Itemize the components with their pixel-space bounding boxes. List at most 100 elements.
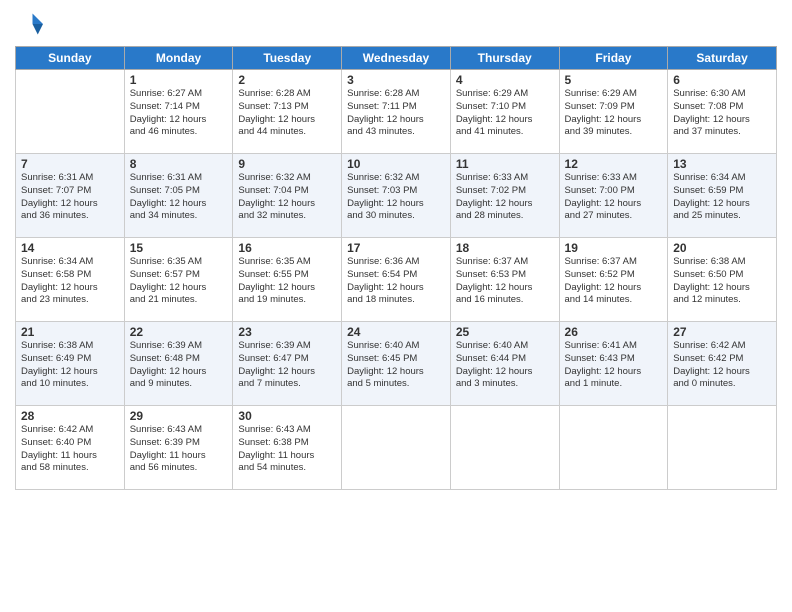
calendar-cell: 13Sunrise: 6:34 AM Sunset: 6:59 PM Dayli… <box>668 154 777 238</box>
day-number: 5 <box>565 73 663 87</box>
col-header-monday: Monday <box>124 47 233 70</box>
calendar-cell: 30Sunrise: 6:43 AM Sunset: 6:38 PM Dayli… <box>233 406 342 490</box>
calendar-cell: 17Sunrise: 6:36 AM Sunset: 6:54 PM Dayli… <box>342 238 451 322</box>
col-header-wednesday: Wednesday <box>342 47 451 70</box>
day-info: Sunrise: 6:34 AM Sunset: 6:58 PM Dayligh… <box>21 256 119 307</box>
calendar-cell: 16Sunrise: 6:35 AM Sunset: 6:55 PM Dayli… <box>233 238 342 322</box>
day-info: Sunrise: 6:27 AM Sunset: 7:14 PM Dayligh… <box>130 88 228 139</box>
col-header-thursday: Thursday <box>450 47 559 70</box>
day-info: Sunrise: 6:38 AM Sunset: 6:49 PM Dayligh… <box>21 340 119 391</box>
day-info: Sunrise: 6:32 AM Sunset: 7:04 PM Dayligh… <box>238 172 336 223</box>
logo <box>15 10 47 38</box>
calendar-cell: 29Sunrise: 6:43 AM Sunset: 6:39 PM Dayli… <box>124 406 233 490</box>
calendar-cell <box>668 406 777 490</box>
day-number: 29 <box>130 409 228 423</box>
col-header-friday: Friday <box>559 47 668 70</box>
calendar-cell: 14Sunrise: 6:34 AM Sunset: 6:58 PM Dayli… <box>16 238 125 322</box>
day-info: Sunrise: 6:34 AM Sunset: 6:59 PM Dayligh… <box>673 172 771 223</box>
calendar-cell: 23Sunrise: 6:39 AM Sunset: 6:47 PM Dayli… <box>233 322 342 406</box>
calendar-cell: 11Sunrise: 6:33 AM Sunset: 7:02 PM Dayli… <box>450 154 559 238</box>
day-number: 20 <box>673 241 771 255</box>
calendar-cell: 22Sunrise: 6:39 AM Sunset: 6:48 PM Dayli… <box>124 322 233 406</box>
day-number: 4 <box>456 73 554 87</box>
day-info: Sunrise: 6:29 AM Sunset: 7:10 PM Dayligh… <box>456 88 554 139</box>
day-number: 25 <box>456 325 554 339</box>
day-number: 21 <box>21 325 119 339</box>
day-number: 22 <box>130 325 228 339</box>
day-info: Sunrise: 6:42 AM Sunset: 6:42 PM Dayligh… <box>673 340 771 391</box>
day-number: 19 <box>565 241 663 255</box>
day-info: Sunrise: 6:30 AM Sunset: 7:08 PM Dayligh… <box>673 88 771 139</box>
day-info: Sunrise: 6:43 AM Sunset: 6:38 PM Dayligh… <box>238 424 336 475</box>
calendar-cell <box>559 406 668 490</box>
day-info: Sunrise: 6:28 AM Sunset: 7:11 PM Dayligh… <box>347 88 445 139</box>
day-number: 18 <box>456 241 554 255</box>
calendar-cell: 3Sunrise: 6:28 AM Sunset: 7:11 PM Daylig… <box>342 70 451 154</box>
calendar-cell: 4Sunrise: 6:29 AM Sunset: 7:10 PM Daylig… <box>450 70 559 154</box>
calendar-cell: 21Sunrise: 6:38 AM Sunset: 6:49 PM Dayli… <box>16 322 125 406</box>
calendar-cell: 15Sunrise: 6:35 AM Sunset: 6:57 PM Dayli… <box>124 238 233 322</box>
col-header-tuesday: Tuesday <box>233 47 342 70</box>
calendar-cell: 1Sunrise: 6:27 AM Sunset: 7:14 PM Daylig… <box>124 70 233 154</box>
calendar-cell: 19Sunrise: 6:37 AM Sunset: 6:52 PM Dayli… <box>559 238 668 322</box>
day-number: 27 <box>673 325 771 339</box>
day-number: 15 <box>130 241 228 255</box>
calendar-cell: 6Sunrise: 6:30 AM Sunset: 7:08 PM Daylig… <box>668 70 777 154</box>
calendar-cell: 26Sunrise: 6:41 AM Sunset: 6:43 PM Dayli… <box>559 322 668 406</box>
day-info: Sunrise: 6:42 AM Sunset: 6:40 PM Dayligh… <box>21 424 119 475</box>
day-number: 3 <box>347 73 445 87</box>
day-number: 16 <box>238 241 336 255</box>
day-number: 8 <box>130 157 228 171</box>
day-info: Sunrise: 6:37 AM Sunset: 6:52 PM Dayligh… <box>565 256 663 307</box>
calendar-cell: 5Sunrise: 6:29 AM Sunset: 7:09 PM Daylig… <box>559 70 668 154</box>
day-number: 1 <box>130 73 228 87</box>
calendar-cell: 27Sunrise: 6:42 AM Sunset: 6:42 PM Dayli… <box>668 322 777 406</box>
day-info: Sunrise: 6:39 AM Sunset: 6:48 PM Dayligh… <box>130 340 228 391</box>
calendar-cell <box>16 70 125 154</box>
calendar-cell <box>342 406 451 490</box>
calendar-cell: 10Sunrise: 6:32 AM Sunset: 7:03 PM Dayli… <box>342 154 451 238</box>
calendar-cell: 28Sunrise: 6:42 AM Sunset: 6:40 PM Dayli… <box>16 406 125 490</box>
day-info: Sunrise: 6:33 AM Sunset: 7:02 PM Dayligh… <box>456 172 554 223</box>
col-header-sunday: Sunday <box>16 47 125 70</box>
col-header-saturday: Saturday <box>668 47 777 70</box>
day-number: 10 <box>347 157 445 171</box>
calendar-cell: 24Sunrise: 6:40 AM Sunset: 6:45 PM Dayli… <box>342 322 451 406</box>
day-number: 26 <box>565 325 663 339</box>
calendar-cell: 8Sunrise: 6:31 AM Sunset: 7:05 PM Daylig… <box>124 154 233 238</box>
calendar-cell: 7Sunrise: 6:31 AM Sunset: 7:07 PM Daylig… <box>16 154 125 238</box>
day-info: Sunrise: 6:40 AM Sunset: 6:44 PM Dayligh… <box>456 340 554 391</box>
day-number: 9 <box>238 157 336 171</box>
day-number: 14 <box>21 241 119 255</box>
day-info: Sunrise: 6:28 AM Sunset: 7:13 PM Dayligh… <box>238 88 336 139</box>
day-number: 24 <box>347 325 445 339</box>
day-info: Sunrise: 6:33 AM Sunset: 7:00 PM Dayligh… <box>565 172 663 223</box>
calendar-cell: 2Sunrise: 6:28 AM Sunset: 7:13 PM Daylig… <box>233 70 342 154</box>
calendar-cell <box>450 406 559 490</box>
day-info: Sunrise: 6:41 AM Sunset: 6:43 PM Dayligh… <box>565 340 663 391</box>
day-number: 6 <box>673 73 771 87</box>
day-info: Sunrise: 6:38 AM Sunset: 6:50 PM Dayligh… <box>673 256 771 307</box>
day-info: Sunrise: 6:40 AM Sunset: 6:45 PM Dayligh… <box>347 340 445 391</box>
day-number: 17 <box>347 241 445 255</box>
day-number: 2 <box>238 73 336 87</box>
day-number: 23 <box>238 325 336 339</box>
day-info: Sunrise: 6:37 AM Sunset: 6:53 PM Dayligh… <box>456 256 554 307</box>
day-number: 7 <box>21 157 119 171</box>
day-info: Sunrise: 6:36 AM Sunset: 6:54 PM Dayligh… <box>347 256 445 307</box>
logo-icon <box>15 10 43 38</box>
day-number: 11 <box>456 157 554 171</box>
day-info: Sunrise: 6:35 AM Sunset: 6:55 PM Dayligh… <box>238 256 336 307</box>
day-info: Sunrise: 6:35 AM Sunset: 6:57 PM Dayligh… <box>130 256 228 307</box>
calendar-cell: 9Sunrise: 6:32 AM Sunset: 7:04 PM Daylig… <box>233 154 342 238</box>
day-number: 28 <box>21 409 119 423</box>
calendar: SundayMondayTuesdayWednesdayThursdayFrid… <box>15 46 777 490</box>
day-info: Sunrise: 6:39 AM Sunset: 6:47 PM Dayligh… <box>238 340 336 391</box>
calendar-cell: 20Sunrise: 6:38 AM Sunset: 6:50 PM Dayli… <box>668 238 777 322</box>
day-number: 12 <box>565 157 663 171</box>
day-info: Sunrise: 6:31 AM Sunset: 7:05 PM Dayligh… <box>130 172 228 223</box>
calendar-cell: 18Sunrise: 6:37 AM Sunset: 6:53 PM Dayli… <box>450 238 559 322</box>
day-number: 13 <box>673 157 771 171</box>
day-number: 30 <box>238 409 336 423</box>
day-info: Sunrise: 6:43 AM Sunset: 6:39 PM Dayligh… <box>130 424 228 475</box>
